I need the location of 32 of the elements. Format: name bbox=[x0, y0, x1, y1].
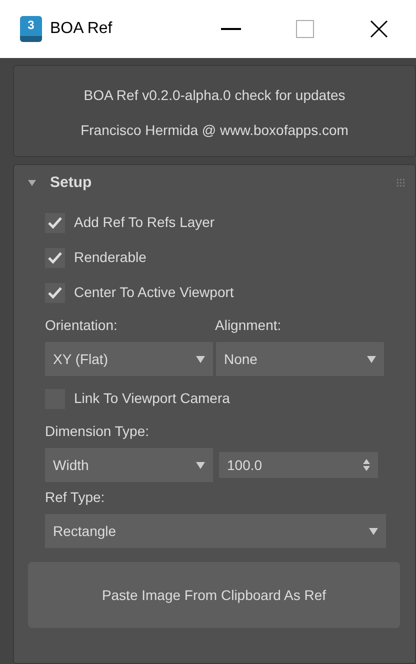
checkbox-label: Center To Active Viewport bbox=[74, 283, 234, 302]
collapse-triangle-icon[interactable] bbox=[28, 180, 36, 186]
field-label: Orientation: bbox=[45, 316, 118, 335]
close-icon bbox=[370, 20, 388, 38]
dropdown[interactable]: None bbox=[216, 342, 384, 376]
spinner-arrows-icon[interactable] bbox=[363, 459, 370, 471]
checkbox-label: Add Ref To Refs Layer bbox=[74, 213, 215, 232]
minimize-icon bbox=[221, 28, 241, 30]
grip-icon[interactable] bbox=[397, 179, 405, 187]
checkbox-label: Renderable bbox=[74, 248, 146, 267]
author-text: Francisco Hermida @ www.boxofapps.com bbox=[80, 121, 350, 140]
field-label: Alignment: bbox=[215, 316, 282, 335]
app-icon: 3 bbox=[20, 16, 42, 42]
checkbox[interactable] bbox=[45, 282, 65, 302]
checkbox[interactable] bbox=[45, 212, 65, 232]
field-label: Ref Type: bbox=[45, 488, 106, 507]
paste-button[interactable]: Paste Image From Clipboard As Ref bbox=[28, 562, 400, 628]
window-title: BOA Ref bbox=[50, 19, 112, 39]
dropdown-arrow-icon bbox=[369, 528, 378, 534]
field-label: Dimension Type: bbox=[45, 422, 150, 441]
dropdown-arrow-icon bbox=[196, 356, 205, 362]
dropdown[interactable]: Rectangle bbox=[45, 514, 386, 548]
dropdown-arrow-icon bbox=[367, 356, 376, 362]
number-spinner[interactable]: 100.0 bbox=[219, 452, 378, 478]
rollout-title[interactable]: Setup bbox=[50, 172, 92, 194]
version-text: BOA Ref v0.2.0-alpha.0 check for updates bbox=[82, 86, 346, 105]
dropdown[interactable]: XY (Flat) bbox=[45, 342, 213, 376]
maximize-icon bbox=[296, 20, 314, 38]
dropdown-arrow-icon bbox=[196, 462, 205, 468]
dropdown[interactable]: Width bbox=[45, 448, 213, 482]
checkbox[interactable] bbox=[45, 248, 65, 268]
checkbox-label: Link To Viewport Camera bbox=[74, 389, 230, 408]
